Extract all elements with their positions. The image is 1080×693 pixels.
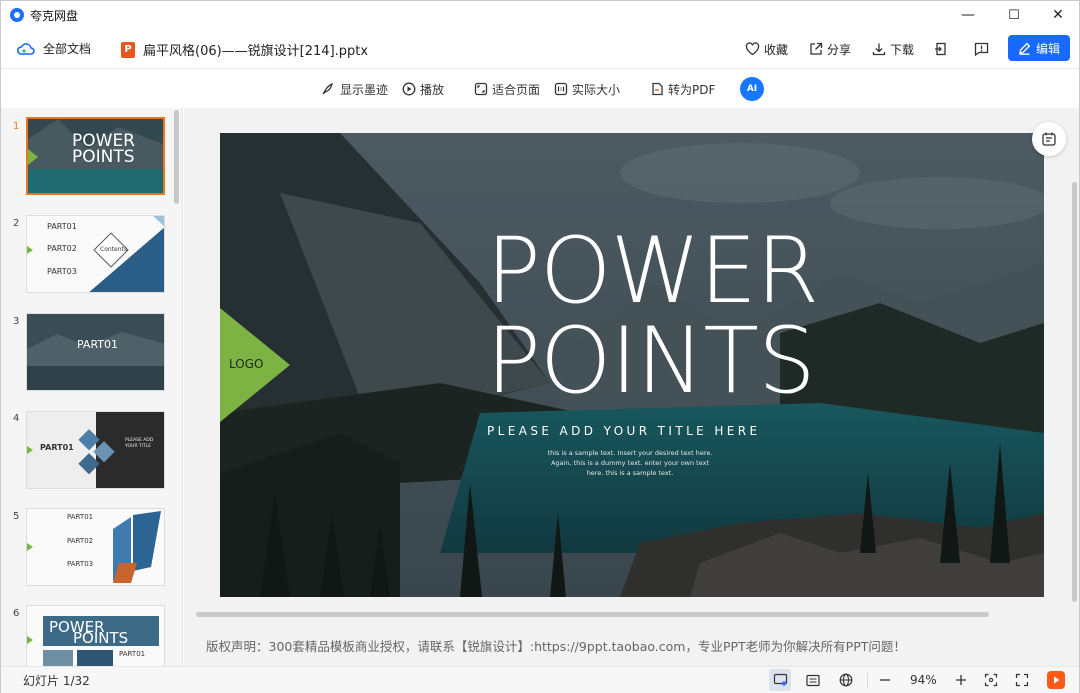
title-bar: 夸克网盘 — ☐ ✕ — [1, 1, 1079, 29]
slide-counter: 幻灯片 1/32 — [23, 674, 90, 688]
app-window: 夸克网盘 — ☐ ✕ 全部文档 P 扁平风格(06)——锐旗设计[214].pp… — [0, 0, 1080, 693]
favorite-button[interactable]: 收藏 — [745, 29, 788, 69]
thumbnail-slide-2[interactable]: PART01 PART02 PART03 Contents — [26, 215, 165, 293]
slide-logo: LOGO — [229, 357, 264, 371]
viewer-horizontal-scrollbar[interactable] — [196, 612, 989, 617]
minus-icon — [880, 679, 890, 681]
ink-icon — [322, 82, 333, 95]
globe-icon — [839, 673, 853, 687]
fullscreen-button[interactable] — [1011, 669, 1033, 691]
export-icon — [935, 42, 946, 56]
thumbnail-slide-5[interactable]: PART01 PART02 PART03 — [26, 508, 165, 586]
to-pdf-button[interactable]: 转为PDF — [650, 70, 715, 108]
thumbnail-slide-6[interactable]: POWER POINTS PART01 — [26, 605, 165, 666]
feedback-icon — [974, 42, 989, 56]
thumb-1-title: POWER POINTS — [72, 131, 135, 167]
thumb-3-preview — [27, 314, 164, 390]
plus-icon — [956, 675, 966, 685]
cloud-icon — [17, 42, 35, 55]
download-button[interactable]: 下载 — [872, 29, 914, 69]
notes-icon — [1042, 132, 1056, 146]
status-bar: 幻灯片 1/32 94% — [1, 666, 1079, 693]
slide-subtitle: PLEASE ADD YOUR TITLE HERE — [487, 424, 761, 438]
zoom-out-button[interactable] — [874, 669, 896, 691]
fullscreen-icon — [1015, 673, 1029, 687]
sidebar-scrollbar[interactable] — [174, 110, 179, 204]
web-view-button[interactable] — [835, 669, 857, 691]
current-slide: LOGO POWER POINTS PLEASE ADD YOUR TITLE … — [220, 133, 1044, 597]
edit-button[interactable]: 编辑 — [1008, 35, 1070, 61]
doc-header: 全部文档 P 扁平风格(06)——锐旗设计[214].pptx 收藏 分享 下载… — [1, 29, 1079, 69]
play-icon — [402, 82, 416, 96]
thumbnail-slide-4[interactable]: PART01 PLEASE ADD YOUR TITLE — [26, 411, 165, 489]
download-icon — [872, 43, 886, 56]
file-name: 扁平风格(06)——锐旗设计[214].pptx — [143, 44, 369, 59]
thumb-number: 2 — [13, 218, 20, 229]
status-divider — [867, 673, 868, 688]
slide-notes-button[interactable] — [1032, 122, 1066, 156]
slide-title: POWER POINTS — [486, 219, 819, 414]
thumb-5-preview — [27, 509, 164, 585]
slide-viewer: LOGO POWER POINTS PLEASE ADD YOUR TITLE … — [184, 108, 1079, 666]
all-docs-link[interactable]: 全部文档 — [17, 40, 91, 57]
thumb-number: 6 — [13, 608, 20, 619]
ppt-file-icon: P — [121, 41, 135, 58]
heart-icon — [745, 42, 760, 56]
pdf-icon — [652, 82, 663, 96]
thumb-number: 5 — [13, 511, 20, 522]
quark-logo-icon — [10, 8, 24, 22]
thumb-number: 1 — [13, 121, 20, 132]
thumbnail-slide-1[interactable]: POWER POINTS — [26, 117, 165, 195]
ai-assistant-button[interactable]: AI — [740, 77, 764, 101]
maximize-button[interactable]: ☐ — [991, 1, 1037, 29]
actual-size-button[interactable]: 实际大小 — [554, 70, 620, 108]
zoom-level[interactable]: 94% — [910, 673, 937, 687]
zoom-in-button[interactable] — [950, 669, 972, 691]
fit-screen-icon — [984, 673, 998, 687]
close-button[interactable]: ✕ — [1035, 1, 1080, 29]
notes-view-icon — [806, 674, 820, 686]
slideshow-play-button[interactable] — [1047, 671, 1065, 689]
fit-screen-button[interactable] — [980, 669, 1002, 691]
open-external-button[interactable] — [934, 29, 948, 69]
feedback-button[interactable] — [974, 29, 989, 69]
share-button[interactable]: 分享 — [809, 29, 851, 69]
share-icon — [810, 42, 823, 55]
slide-body-text: this is a sample text. Insert your desir… — [547, 449, 713, 477]
viewer-vertical-scrollbar[interactable] — [1072, 182, 1077, 602]
viewer-toolbar: 显示墨迹 播放 适合页面 实际大小 转为PDF AI — [1, 70, 1079, 108]
slide-thumbnail-panel: 1 POWER POINTS 2 PART01 PART02 PART03 Co… — [1, 108, 183, 666]
thumb-number: 4 — [13, 413, 20, 424]
thumbnail-slide-3[interactable]: PART01 — [26, 313, 165, 391]
play-button[interactable]: 播放 — [402, 70, 444, 108]
fit-page-icon — [474, 82, 488, 96]
file-title: P 扁平风格(06)——锐旗设计[214].pptx — [121, 40, 368, 59]
notes-view-button[interactable] — [802, 669, 824, 691]
slide-view-icon — [773, 673, 787, 686]
normal-view-button[interactable] — [769, 669, 791, 691]
all-docs-label: 全部文档 — [43, 42, 92, 56]
copyright-notice: 版权声明：300套精品模板商业授权，请联系【锐旗设计】:https://9ppt… — [206, 639, 906, 654]
thumb-6-title: POWER POINTS — [49, 618, 129, 647]
thumb-number: 3 — [13, 316, 20, 327]
fit-page-button[interactable]: 适合页面 — [474, 70, 540, 108]
play-triangle-icon — [1054, 676, 1060, 684]
minimize-button[interactable]: — — [945, 1, 991, 29]
show-ink-button[interactable]: 显示墨迹 — [321, 70, 388, 108]
actual-size-icon — [554, 82, 568, 96]
app-title: 夸克网盘 — [30, 8, 79, 23]
pen-icon — [1019, 42, 1031, 55]
